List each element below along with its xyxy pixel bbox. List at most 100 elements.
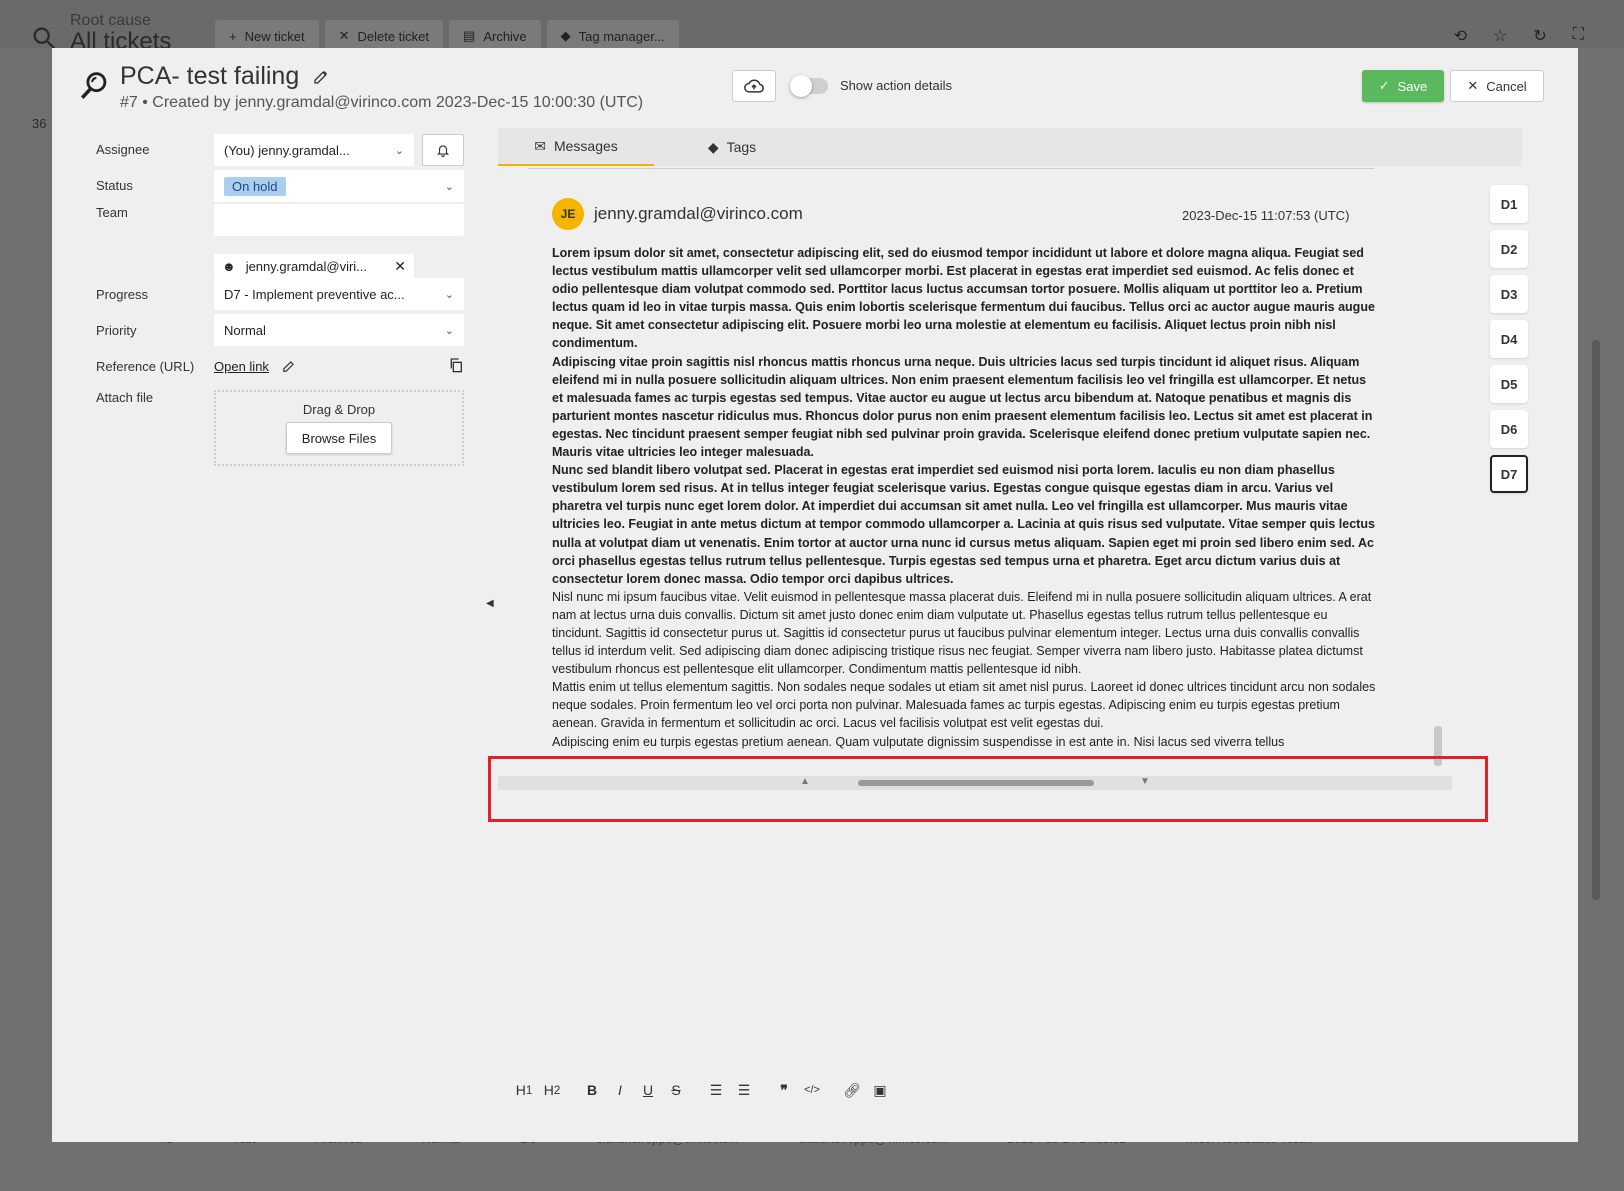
d-step-button-d3[interactable]: D3	[1490, 275, 1528, 313]
message-thread: JE jenny.gramdal@virinco.com 2023-Dec-15…	[498, 166, 1452, 776]
team-member-name: jenny.gramdal@viri...	[245, 258, 368, 274]
tab-bar: ✉ Messages ◆ Tags	[498, 128, 1522, 166]
assignee-select[interactable]: (You) jenny.gramdal... ⌄	[214, 134, 414, 166]
copy-icon[interactable]	[448, 357, 464, 373]
d-step-button-d7[interactable]: D7	[1490, 455, 1528, 493]
star-icon[interactable]: ☆	[1493, 26, 1507, 46]
button-label: Archive	[483, 28, 527, 44]
file-dropzone[interactable]: Drag & Drop Browse Files	[214, 390, 464, 466]
message-paragraph: Nunc sed blandit libero volutpat sed. Pl…	[552, 463, 1375, 586]
tag-icon: ◆	[707, 138, 719, 155]
code-icon[interactable]: </>	[798, 1078, 826, 1102]
collapse-left-icon[interactable]: ◀	[486, 598, 494, 609]
root-cause-icon	[80, 72, 107, 99]
modal-header: PCA- test failing #7 • Created by jenny.…	[52, 48, 1578, 134]
edit-icon[interactable]	[313, 69, 329, 85]
tab-tags[interactable]: ◆ Tags	[654, 128, 810, 166]
fullscreen-icon[interactable]: ⛶	[1573, 26, 1584, 46]
cloud-upload-button[interactable]	[732, 70, 776, 102]
header-icons: ⟲ ☆ ↻ ⛶	[1454, 26, 1584, 46]
message-author: jenny.gramdal@virinco.com	[594, 204, 803, 223]
edit-icon[interactable]	[282, 359, 296, 373]
status-badge: On hold	[224, 176, 286, 196]
reference-label: Reference (URL)	[96, 359, 195, 374]
ordered-list-icon[interactable]: ☰	[702, 1078, 730, 1102]
heading-1-icon[interactable]: H1	[510, 1078, 538, 1102]
message-paragraph: Adipiscing enim eu turpis egestas pretiu…	[552, 734, 1285, 749]
toggle-knob	[790, 75, 812, 97]
priority-value: Normal	[224, 322, 266, 338]
chevron-down-icon: ⌄	[444, 180, 454, 193]
message-paragraph: Mattis enim ut tellus elementum sagittis…	[552, 680, 1376, 731]
ticket-modal: PCA- test failing #7 • Created by jenny.…	[52, 48, 1578, 1142]
tab-messages[interactable]: ✉ Messages	[498, 128, 654, 166]
progress-select[interactable]: D7 - Implement preventive ac... ⌄	[214, 278, 464, 310]
progress-label: Progress	[96, 287, 149, 302]
button-label: New ticket	[244, 28, 305, 44]
check-icon: ✓	[1378, 78, 1390, 93]
d-step-button-d2[interactable]: D2	[1490, 230, 1528, 268]
cancel-label: Cancel	[1486, 78, 1527, 94]
button-label: Delete ticket	[357, 28, 430, 44]
chevron-down-icon: ⌄	[444, 288, 454, 301]
status-label: Status	[96, 178, 133, 193]
quote-icon[interactable]: ❞	[770, 1078, 798, 1102]
status-select[interactable]: On hold ⌄	[214, 170, 464, 202]
attach-label: Attach file	[96, 390, 154, 405]
ticket-title: PCA- test failing	[120, 62, 329, 91]
scrollbar[interactable]	[1592, 340, 1600, 900]
notify-button[interactable]	[422, 134, 464, 166]
ticket-count: 36	[32, 116, 47, 131]
italic-icon[interactable]: I	[606, 1078, 634, 1102]
remove-icon[interactable]: ✕	[394, 258, 406, 275]
d-step-button-d4[interactable]: D4	[1490, 320, 1528, 358]
browse-files-button[interactable]: Browse Files	[286, 422, 392, 454]
open-link[interactable]: Open link	[214, 359, 269, 374]
action-details-label: Show action details	[840, 78, 953, 93]
refresh-icon[interactable]: ↻	[1533, 26, 1546, 46]
action-details-toggle[interactable]	[790, 75, 828, 97]
editor-toolbar: H1 H2 B I U S ☰ ☰ ❞ </> 🔗︎ ▣	[510, 1078, 894, 1102]
mail-icon: ✉	[534, 137, 546, 154]
underline-icon[interactable]: U	[634, 1078, 662, 1102]
d-step-button-d1[interactable]: D1	[1490, 185, 1528, 223]
drag-drop-label: Drag & Drop	[302, 402, 376, 417]
image-icon[interactable]: ▣	[866, 1078, 894, 1102]
cloud-upload-icon	[744, 79, 764, 93]
d-step-nav: D1 D2 D3 D4 D5 D6 D7	[1490, 185, 1528, 493]
message-paragraph: Lorem ipsum dolor sit amet, consectetur …	[552, 246, 1375, 351]
chevron-down-icon: ⌄	[444, 324, 454, 337]
strikethrough-icon[interactable]: S	[662, 1078, 690, 1102]
priority-select[interactable]: Normal ⌄	[214, 314, 464, 346]
tab-label: Tags	[726, 139, 757, 155]
plus-icon: +	[229, 28, 237, 44]
bold-icon[interactable]: B	[578, 1078, 606, 1102]
cancel-button[interactable]: ✕ Cancel	[1450, 70, 1544, 102]
message-paragraph: Nisl nunc mi ipsum faucibus vitae. Velit…	[552, 589, 1372, 677]
d-step-button-d6[interactable]: D6	[1490, 410, 1528, 448]
chevron-down-icon: ⌄	[394, 144, 404, 157]
avatar: JE	[552, 198, 584, 230]
save-button[interactable]: ✓ Save	[1362, 70, 1444, 102]
assignee-value: (You) jenny.gramdal...	[224, 142, 350, 158]
team-member-chip: ☻ jenny.gramdal@viri... ✕	[214, 254, 414, 278]
heading-2-icon[interactable]: H2	[538, 1078, 566, 1102]
button-label: Tag manager...	[578, 28, 665, 44]
message-body: Lorem ipsum dolor sit amet, consectetur …	[552, 244, 1378, 751]
user-icon: ☻	[222, 258, 236, 274]
history-icon[interactable]: ⟲	[1454, 26, 1467, 46]
close-icon: ✕	[1467, 78, 1479, 93]
bullet-list-icon[interactable]: ☰	[730, 1078, 758, 1102]
link-icon[interactable]: 🔗︎	[838, 1078, 866, 1102]
ticket-title-text: PCA- test failing	[120, 62, 300, 90]
message-editor[interactable]: H1 H2 B I U S ☰ ☰ ❞ </> 🔗︎ ▣	[498, 790, 1452, 1114]
bell-icon	[436, 145, 450, 157]
message-timestamp: 2023-Dec-15 11:07:53 (UTC)	[1182, 208, 1350, 223]
d-step-button-d5[interactable]: D5	[1490, 365, 1528, 403]
assignee-label: Assignee	[96, 142, 150, 157]
team-select[interactable]	[214, 204, 464, 236]
open-link-text: Open link	[214, 359, 269, 374]
progress-value: D7 - Implement preventive ac...	[224, 286, 405, 302]
priority-label: Priority	[96, 323, 137, 338]
ticket-subtitle: #7 • Created by jenny.gramdal@virinco.co…	[120, 94, 644, 111]
